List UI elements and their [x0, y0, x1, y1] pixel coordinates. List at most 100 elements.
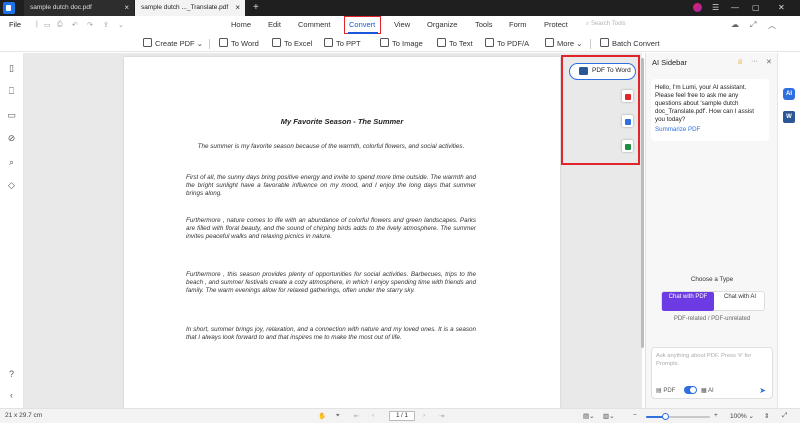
page-number-input[interactable]: 1 / 1 — [389, 411, 415, 421]
comment-icon[interactable]: ▭ — [6, 110, 17, 121]
fit-page-icon[interactable]: ▤⌄ — [583, 412, 595, 420]
create-pdf-button[interactable]: Create PDF ⌄ — [143, 38, 203, 48]
to-image-label: To Image — [392, 39, 423, 48]
user-avatar[interactable] — [693, 3, 702, 12]
search-tools[interactable]: ⌕ Search Tools — [586, 21, 626, 28]
left-rail: ▯ ⎕ ▭ ⊘ ⌕ ◇ ? ‹ — [0, 53, 24, 408]
text-icon — [437, 38, 446, 47]
search-icon[interactable]: ⌕ — [6, 157, 17, 168]
pdf-to-pdf-icon[interactable] — [622, 90, 633, 102]
attachment-icon[interactable]: ⊘ — [6, 133, 17, 144]
maximize-icon[interactable]: ▢ — [752, 0, 760, 16]
ppt-icon — [324, 38, 333, 47]
choose-type-label: Choose a Type — [690, 276, 734, 283]
tab-label: sample dutch ..._Translate.pdf — [141, 4, 229, 11]
save-icon[interactable]: ▭ — [44, 21, 51, 29]
zoom-in-icon[interactable]: + — [714, 412, 718, 419]
to-pdfa-button[interactable]: To PDF/A — [485, 38, 529, 48]
page-layout-icon[interactable]: ▥⌄ — [603, 412, 615, 420]
menu-view[interactable]: View — [394, 20, 410, 29]
more-icon — [545, 38, 554, 47]
ai-mode-option[interactable]: ▦ AI — [701, 387, 714, 394]
document-viewer[interactable]: My Favorite Season - The Summer The summ… — [24, 53, 644, 408]
to-ppt-button[interactable]: To PPT — [324, 38, 361, 48]
to-pdfa-label: To PDF/A — [497, 39, 530, 48]
dropdown-icon[interactable]: ⌄ — [118, 21, 124, 29]
expand-icon[interactable]: ⤢ — [750, 20, 756, 30]
premium-crown-icon[interactable]: ♕ — [737, 58, 743, 66]
share-icon[interactable]: ⇪ — [103, 21, 109, 29]
chat-with-ai-button[interactable]: Chat with AI — [714, 292, 766, 311]
zoom-level-value: 100% — [730, 413, 747, 420]
send-icon[interactable]: ➤ — [759, 386, 766, 395]
previous-page-icon[interactable]: ‹ — [372, 412, 374, 419]
summarize-pdf-link[interactable]: Summarize PDF — [655, 126, 765, 134]
menu-comment[interactable]: Comment — [298, 20, 331, 29]
chat-type-subtitle: PDF-related / PDF-unrelated — [673, 316, 751, 322]
redo-icon[interactable]: ↷ — [87, 21, 93, 29]
menu-file[interactable]: File — [9, 20, 21, 29]
chat-with-pdf-button[interactable]: Chat with PDF — [662, 292, 714, 311]
bookmark-icon[interactable]: ⎕ — [6, 86, 17, 97]
pdf-to-image-icon[interactable] — [622, 115, 633, 127]
batch-convert-button[interactable]: Batch Convert — [600, 38, 660, 48]
document-scrollbar[interactable] — [641, 58, 644, 348]
close-icon[interactable]: ✕ — [766, 58, 772, 66]
menu-tools[interactable]: Tools — [475, 20, 493, 29]
pdf-page[interactable]: My Favorite Season - The Summer The summ… — [124, 57, 560, 408]
image-icon — [380, 38, 389, 47]
batch-convert-label: Batch Convert — [612, 39, 660, 48]
select-tool-icon[interactable]: ⌖ — [336, 412, 340, 420]
menu-protect[interactable]: Protect — [544, 20, 568, 29]
minimize-icon[interactable]: — — [731, 0, 739, 16]
to-word-button[interactable]: To Word — [219, 38, 259, 48]
menu-organize[interactable]: Organize — [427, 20, 457, 29]
new-tab-icon[interactable]: + — [253, 0, 259, 15]
pdf-mode-label: PDF — [663, 388, 676, 394]
tab-close-icon[interactable]: × — [124, 0, 129, 16]
collapse-left-icon[interactable]: ‹ — [6, 390, 17, 401]
undo-icon[interactable]: ↶ — [72, 21, 78, 29]
zoom-slider[interactable] — [646, 416, 710, 418]
full-screen-icon[interactable]: ⤢ — [782, 412, 787, 420]
menu-edit[interactable]: Edit — [268, 20, 281, 29]
chat-type-toggle: Chat with PDF Chat with AI — [661, 291, 765, 311]
zoom-level[interactable]: 100% ⌄ — [730, 412, 754, 420]
hamburger-menu-icon[interactable]: ☰ — [712, 0, 719, 16]
document-paragraph-1: The summer is my favorite season because… — [197, 143, 465, 150]
pdf-mode-option[interactable]: ▤ PDF — [656, 387, 675, 394]
hand-tool-icon[interactable]: ✋ — [318, 412, 326, 420]
tab-translate-doc[interactable]: sample dutch ..._Translate.pdf × — [135, 0, 245, 16]
menu-home[interactable]: Home — [231, 20, 251, 29]
page-thumbnail-icon[interactable]: ▯ — [6, 63, 17, 74]
help-icon[interactable]: ? — [6, 369, 17, 380]
ai-chat-input[interactable]: Ask anything about PDF. Press '#' for Pr… — [651, 347, 773, 399]
pdf-to-excel-icon[interactable] — [622, 140, 633, 152]
last-page-icon[interactable]: ⇥ — [439, 412, 444, 420]
to-excel-button[interactable]: To Excel — [272, 38, 312, 48]
print-icon[interactable]: ⎙ — [57, 21, 63, 29]
fit-width-icon[interactable]: ⇕ — [764, 412, 769, 420]
first-page-icon[interactable]: ⇤ — [354, 412, 359, 420]
tab-sample-dutch-doc[interactable]: sample dutch doc.pdf × — [24, 0, 134, 16]
window-close-icon[interactable]: ✕ — [778, 0, 785, 16]
document-paragraph-2: First of all, the sunny days bring posit… — [186, 174, 476, 197]
zoom-out-icon[interactable]: − — [633, 412, 637, 419]
next-page-icon[interactable]: › — [423, 412, 425, 419]
pdf-ai-toggle[interactable] — [684, 386, 697, 394]
tab-close-icon[interactable]: × — [235, 0, 240, 16]
menu-form[interactable]: Form — [509, 20, 527, 29]
word-app-icon[interactable]: W — [783, 111, 795, 123]
to-image-button[interactable]: To Image — [380, 38, 423, 48]
more-options-icon[interactable]: ··· — [751, 58, 758, 65]
cloud-upload-icon[interactable]: ☁ — [731, 20, 739, 29]
pdf-to-word-button[interactable]: PDF To Word — [569, 63, 636, 80]
chevron-down-icon: ⌄ — [196, 39, 203, 48]
layers-icon[interactable]: ◇ — [6, 180, 17, 191]
document-paragraph-4: Furthermore , this season provides plent… — [186, 271, 476, 294]
to-text-button[interactable]: To Text — [437, 38, 473, 48]
collapse-ribbon-icon[interactable]: ︿ — [768, 20, 776, 31]
ai-assistant-icon[interactable]: AI — [783, 88, 795, 100]
more-button[interactable]: More ⌄ — [545, 38, 582, 48]
zoom-slider-handle[interactable] — [662, 413, 670, 420]
